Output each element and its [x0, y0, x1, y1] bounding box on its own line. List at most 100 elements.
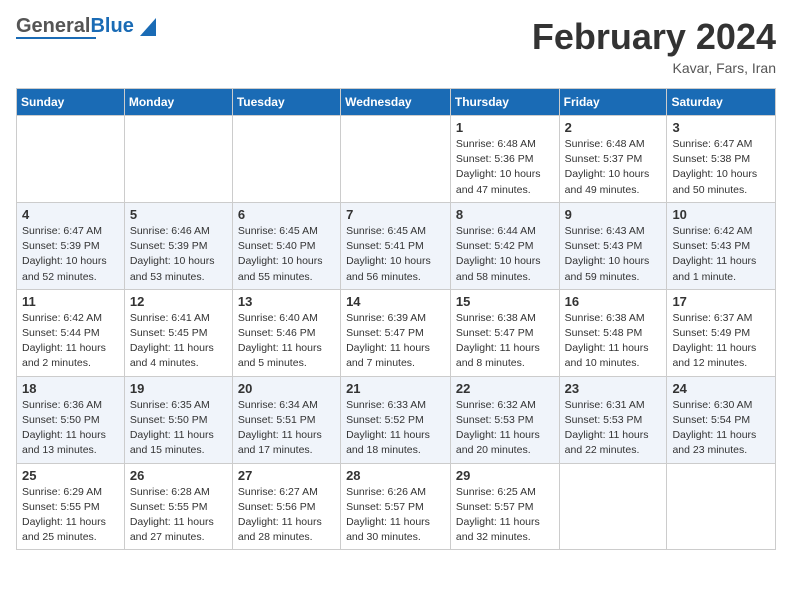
calendar-cell: 12Sunrise: 6:41 AMSunset: 5:45 PMDayligh…	[124, 289, 232, 376]
calendar-cell	[17, 116, 125, 203]
day-header-monday: Monday	[124, 89, 232, 116]
day-info: Sunrise: 6:48 AMSunset: 5:37 PMDaylight:…	[565, 137, 662, 198]
calendar-cell: 24 Sunrise: 6:30 AMSunset: 5:54 PMDayligh…	[667, 376, 776, 463]
calendar-cell: 27 Sunrise: 6:27 AMSunset: 5:56 PMDayligh…	[232, 463, 340, 550]
calendar-cell: 22Sunrise: 6:32 AMSunset: 5:53 PMDayligh…	[450, 376, 559, 463]
day-info: Sunrise: 6:28 AMSunset: 5:55 PMDaylight:…	[130, 485, 227, 546]
day-number: 24	[672, 381, 770, 396]
day-number: 17	[672, 294, 770, 309]
calendar-cell: 23 Sunrise: 6:31 AMSunset: 5:53 PMDayligh…	[559, 376, 667, 463]
day-number: 3	[672, 120, 770, 135]
day-info: Sunrise: 6:29 AMSunset: 5:55 PMDaylight:…	[22, 485, 119, 546]
calendar-cell: 26 Sunrise: 6:28 AMSunset: 5:55 PMDayligh…	[124, 463, 232, 550]
day-number: 27	[238, 468, 335, 483]
day-header-friday: Friday	[559, 89, 667, 116]
day-header-saturday: Saturday	[667, 89, 776, 116]
calendar-body: 1 Sunrise: 6:48 AMSunset: 5:36 PMDaylight…	[17, 116, 776, 550]
calendar-table: SundayMondayTuesdayWednesdayThursdayFrid…	[16, 88, 776, 550]
calendar-cell: 16 Sunrise: 6:38 AMSunset: 5:48 PMDayligh…	[559, 289, 667, 376]
calendar-cell: 21 Sunrise: 6:33 AMSunset: 5:52 PMDayligh…	[341, 376, 451, 463]
month-title: February 2024	[532, 16, 776, 58]
logo-swoosh-icon	[136, 18, 156, 36]
calendar-cell: 20 Sunrise: 6:34 AMSunset: 5:51 PMDayligh…	[232, 376, 340, 463]
day-info: Sunrise: 6:37 AMSunset: 5:49 PMDaylight:…	[672, 311, 770, 372]
day-number: 7	[346, 207, 445, 222]
calendar-cell	[667, 463, 776, 550]
day-number: 4	[22, 207, 119, 222]
logo-word: GeneralBlue	[16, 16, 156, 36]
day-number: 22	[456, 381, 554, 396]
day-info: Sunrise: 6:27 AMSunset: 5:56 PMDaylight:…	[238, 485, 335, 546]
day-info: Sunrise: 6:48 AMSunset: 5:36 PMDaylight:…	[456, 137, 554, 198]
calendar-cell: 29Sunrise: 6:25 AMSunset: 5:57 PMDayligh…	[450, 463, 559, 550]
calendar-cell: 10Sunrise: 6:42 AMSunset: 5:43 PMDayligh…	[667, 202, 776, 289]
calendar-cell: 7 Sunrise: 6:45 AMSunset: 5:41 PMDaylight…	[341, 202, 451, 289]
day-info: Sunrise: 6:31 AMSunset: 5:53 PMDaylight:…	[565, 398, 662, 459]
day-info: Sunrise: 6:25 AMSunset: 5:57 PMDaylight:…	[456, 485, 554, 546]
day-info: Sunrise: 6:45 AMSunset: 5:41 PMDaylight:…	[346, 224, 445, 285]
day-number: 14	[346, 294, 445, 309]
day-info: Sunrise: 6:30 AMSunset: 5:54 PMDaylight:…	[672, 398, 770, 459]
calendar-week-5: 25 Sunrise: 6:29 AMSunset: 5:55 PMDayligh…	[17, 463, 776, 550]
logo: GeneralBlue	[16, 16, 160, 39]
day-info: Sunrise: 6:35 AMSunset: 5:50 PMDaylight:…	[130, 398, 227, 459]
calendar-cell: 11 Sunrise: 6:42 AMSunset: 5:44 PMDayligh…	[17, 289, 125, 376]
calendar-cell: 28 Sunrise: 6:26 AMSunset: 5:57 PMDayligh…	[341, 463, 451, 550]
day-info: Sunrise: 6:38 AMSunset: 5:47 PMDaylight:…	[456, 311, 554, 372]
day-number: 11	[22, 294, 119, 309]
location-subtitle: Kavar, Fars, Iran	[532, 60, 776, 76]
logo-image: GeneralBlue	[16, 16, 156, 39]
calendar-cell: 8 Sunrise: 6:44 AMSunset: 5:42 PMDaylight…	[450, 202, 559, 289]
calendar-cell: 17 Sunrise: 6:37 AMSunset: 5:49 PMDayligh…	[667, 289, 776, 376]
day-info: Sunrise: 6:39 AMSunset: 5:47 PMDaylight:…	[346, 311, 445, 372]
day-number: 10	[672, 207, 770, 222]
calendar-cell: 19 Sunrise: 6:35 AMSunset: 5:50 PMDayligh…	[124, 376, 232, 463]
page-header: GeneralBlue February 2024 Kavar, Fars, I…	[16, 16, 776, 76]
day-number: 28	[346, 468, 445, 483]
day-number: 13	[238, 294, 335, 309]
day-number: 25	[22, 468, 119, 483]
calendar-cell: 14 Sunrise: 6:39 AMSunset: 5:47 PMDayligh…	[341, 289, 451, 376]
day-number: 1	[456, 120, 554, 135]
calendar-week-3: 11 Sunrise: 6:42 AMSunset: 5:44 PMDayligh…	[17, 289, 776, 376]
day-info: Sunrise: 6:44 AMSunset: 5:42 PMDaylight:…	[456, 224, 554, 285]
day-number: 16	[565, 294, 662, 309]
day-info: Sunrise: 6:42 AMSunset: 5:44 PMDaylight:…	[22, 311, 119, 372]
day-number: 5	[130, 207, 227, 222]
calendar-cell	[559, 463, 667, 550]
title-block: February 2024 Kavar, Fars, Iran	[532, 16, 776, 76]
day-number: 20	[238, 381, 335, 396]
day-number: 26	[130, 468, 227, 483]
day-info: Sunrise: 6:45 AMSunset: 5:40 PMDaylight:…	[238, 224, 335, 285]
day-number: 8	[456, 207, 554, 222]
day-info: Sunrise: 6:33 AMSunset: 5:52 PMDaylight:…	[346, 398, 445, 459]
day-header-thursday: Thursday	[450, 89, 559, 116]
day-number: 23	[565, 381, 662, 396]
day-info: Sunrise: 6:46 AMSunset: 5:39 PMDaylight:…	[130, 224, 227, 285]
day-number: 18	[22, 381, 119, 396]
logo-blue-text: Blue	[90, 16, 133, 36]
calendar-cell: 13Sunrise: 6:40 AMSunset: 5:46 PMDayligh…	[232, 289, 340, 376]
day-number: 21	[346, 381, 445, 396]
day-number: 9	[565, 207, 662, 222]
calendar-cell: 15 Sunrise: 6:38 AMSunset: 5:47 PMDayligh…	[450, 289, 559, 376]
day-info: Sunrise: 6:36 AMSunset: 5:50 PMDaylight:…	[22, 398, 119, 459]
day-number: 2	[565, 120, 662, 135]
calendar-cell	[232, 116, 340, 203]
logo-underline	[16, 37, 96, 39]
day-number: 6	[238, 207, 335, 222]
calendar-cell	[341, 116, 451, 203]
logo-general-text: General	[16, 16, 90, 36]
day-info: Sunrise: 6:38 AMSunset: 5:48 PMDaylight:…	[565, 311, 662, 372]
header-row: SundayMondayTuesdayWednesdayThursdayFrid…	[17, 89, 776, 116]
day-number: 15	[456, 294, 554, 309]
calendar-cell: 3Sunrise: 6:47 AMSunset: 5:38 PMDaylight…	[667, 116, 776, 203]
calendar-cell: 4Sunrise: 6:47 AMSunset: 5:39 PMDaylight…	[17, 202, 125, 289]
day-info: Sunrise: 6:34 AMSunset: 5:51 PMDaylight:…	[238, 398, 335, 459]
day-info: Sunrise: 6:26 AMSunset: 5:57 PMDaylight:…	[346, 485, 445, 546]
calendar-cell: 5 Sunrise: 6:46 AMSunset: 5:39 PMDaylight…	[124, 202, 232, 289]
day-number: 19	[130, 381, 227, 396]
calendar-cell: 25 Sunrise: 6:29 AMSunset: 5:55 PMDayligh…	[17, 463, 125, 550]
day-info: Sunrise: 6:43 AMSunset: 5:43 PMDaylight:…	[565, 224, 662, 285]
day-number: 12	[130, 294, 227, 309]
